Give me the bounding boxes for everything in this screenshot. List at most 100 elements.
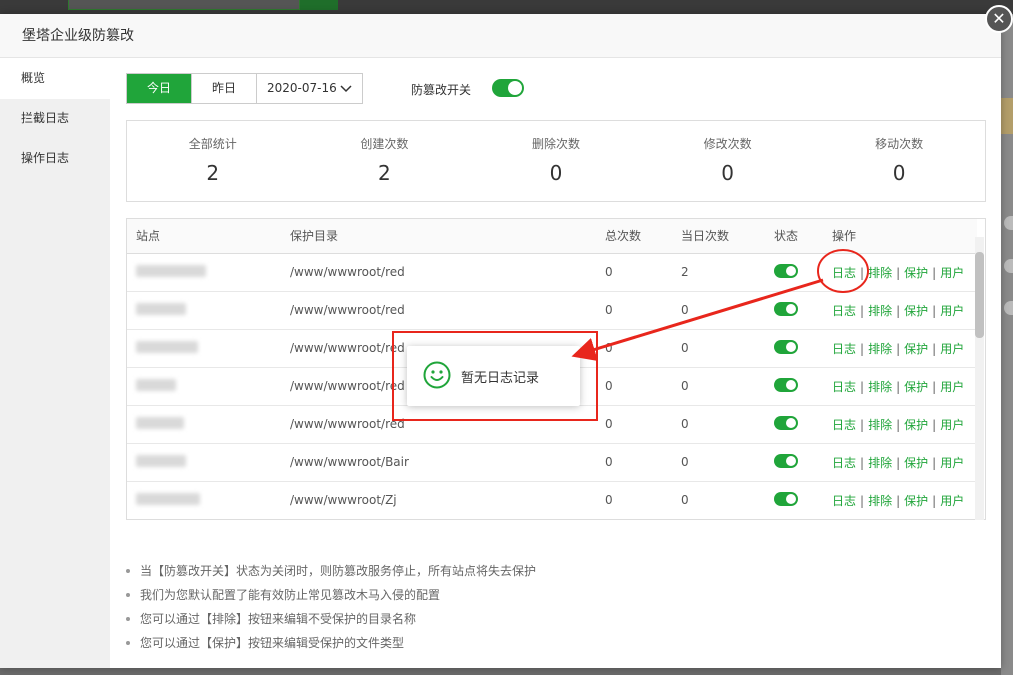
separator: | bbox=[860, 493, 865, 508]
directory-cell: /www/wwwroot/Zj bbox=[281, 481, 596, 519]
user-link[interactable]: 用户 bbox=[940, 380, 964, 394]
separator: | bbox=[896, 341, 901, 356]
user-link[interactable]: 用户 bbox=[940, 342, 964, 356]
protect-link[interactable]: 保护 bbox=[904, 266, 928, 280]
today-cell: 0 bbox=[672, 367, 765, 406]
column-header-actions: 操作 bbox=[823, 219, 977, 254]
site-protect-switch[interactable] bbox=[774, 491, 798, 506]
exclude-link[interactable]: 排除 bbox=[868, 418, 892, 432]
today-cell: 0 bbox=[672, 405, 765, 444]
site-name-redacted bbox=[136, 340, 198, 353]
background-page-edge bbox=[1001, 14, 1013, 675]
separator: | bbox=[932, 265, 937, 280]
tips-list: 当【防篡改开关】状态为关闭时，则防篡改服务停止，所有站点将失去保护 我们为您默认… bbox=[126, 559, 536, 655]
sidebar-item-intercept-log[interactable]: 拦截日志 bbox=[0, 99, 110, 139]
site-name-redacted bbox=[136, 492, 200, 505]
exclude-link[interactable]: 排除 bbox=[868, 304, 892, 318]
total-cell: 0 bbox=[596, 291, 672, 330]
user-link[interactable]: 用户 bbox=[940, 266, 964, 280]
log-link[interactable]: 日志 bbox=[832, 494, 856, 508]
separator: | bbox=[860, 265, 865, 280]
tab-today[interactable]: 今日 bbox=[127, 74, 192, 103]
date-picker[interactable]: 2020-07-16 bbox=[257, 74, 362, 103]
actions-cell: 日志 | 排除 | 保护 | 用户 bbox=[823, 367, 977, 406]
site-protect-switch[interactable] bbox=[774, 339, 798, 354]
exclude-link[interactable]: 排除 bbox=[868, 266, 892, 280]
exclude-link[interactable]: 排除 bbox=[868, 380, 892, 394]
site-protect-switch[interactable] bbox=[774, 263, 798, 278]
total-cell: 0 bbox=[596, 481, 672, 519]
site-cell bbox=[127, 367, 281, 406]
exclude-link[interactable]: 排除 bbox=[868, 342, 892, 356]
table-scroll-thumb[interactable] bbox=[975, 252, 984, 338]
total-cell: 0 bbox=[596, 367, 672, 406]
column-header-site: 站点 bbox=[127, 219, 281, 254]
site-name-redacted bbox=[136, 302, 186, 315]
directory-cell: /www/wwwroot/red bbox=[281, 291, 596, 330]
protect-link[interactable]: 保护 bbox=[904, 418, 928, 432]
stat-label: 移动次数 bbox=[875, 137, 924, 151]
separator: | bbox=[896, 493, 901, 508]
log-link[interactable]: 日志 bbox=[832, 418, 856, 432]
site-protect-switch[interactable] bbox=[774, 377, 798, 392]
status-cell bbox=[765, 443, 823, 482]
tamper-proof-switch[interactable] bbox=[492, 79, 524, 97]
close-button[interactable]: ✕ bbox=[985, 5, 1013, 33]
total-cell: 0 bbox=[596, 329, 672, 368]
stat-value: 0 bbox=[721, 161, 734, 185]
site-name-redacted bbox=[136, 416, 184, 429]
separator: | bbox=[932, 455, 937, 470]
user-link[interactable]: 用户 bbox=[940, 456, 964, 470]
protect-link[interactable]: 保护 bbox=[904, 342, 928, 356]
column-header-today: 当日次数 bbox=[672, 219, 765, 254]
today-cell: 0 bbox=[672, 443, 765, 482]
table-row: /www/wwwroot/Zj 0 0 日志 | 排除 | 保护 | 用户 bbox=[127, 481, 977, 519]
separator: | bbox=[860, 341, 865, 356]
date-value: 2020-07-16 bbox=[267, 81, 337, 95]
site-cell bbox=[127, 405, 281, 444]
site-protect-switch[interactable] bbox=[774, 453, 798, 468]
user-link[interactable]: 用户 bbox=[940, 494, 964, 508]
log-link[interactable]: 日志 bbox=[832, 266, 856, 280]
exclude-link[interactable]: 排除 bbox=[868, 456, 892, 470]
protect-link[interactable]: 保护 bbox=[904, 456, 928, 470]
stat-create: 创建次数 2 bbox=[299, 121, 471, 201]
actions-cell: 日志 | 排除 | 保护 | 用户 bbox=[823, 405, 977, 444]
actions-cell: 日志 | 排除 | 保护 | 用户 bbox=[823, 329, 977, 368]
log-link[interactable]: 日志 bbox=[832, 342, 856, 356]
user-link[interactable]: 用户 bbox=[940, 418, 964, 432]
site-protect-switch[interactable] bbox=[774, 415, 798, 430]
exclude-link[interactable]: 排除 bbox=[868, 494, 892, 508]
tip-item: 您可以通过【保护】按钮来编辑受保护的文件类型 bbox=[126, 631, 536, 655]
directory-cell: /www/wwwroot/red bbox=[281, 405, 596, 444]
site-protect-switch[interactable] bbox=[774, 301, 798, 316]
stat-value: 2 bbox=[206, 161, 220, 185]
protect-link[interactable]: 保护 bbox=[904, 494, 928, 508]
stat-value: 0 bbox=[549, 161, 563, 185]
sidebar-item-operation-log[interactable]: 操作日志 bbox=[0, 139, 110, 179]
directory-cell: /www/wwwroot/red bbox=[281, 253, 596, 292]
table-row: /www/wwwroot/red 0 0 日志 | 排除 | 保护 | 用户 bbox=[127, 405, 977, 444]
actions-cell: 日志 | 排除 | 保护 | 用户 bbox=[823, 481, 977, 519]
log-link[interactable]: 日志 bbox=[832, 304, 856, 318]
stat-modify: 修改次数 0 bbox=[642, 121, 814, 201]
today-cell: 0 bbox=[672, 291, 765, 330]
site-cell bbox=[127, 443, 281, 482]
table-row: /www/wwwroot/Bair 0 0 日志 | 排除 | 保护 | 用户 bbox=[127, 443, 977, 482]
tab-yesterday[interactable]: 昨日 bbox=[192, 74, 257, 103]
site-name-redacted bbox=[136, 454, 186, 467]
log-link[interactable]: 日志 bbox=[832, 380, 856, 394]
date-tabs: 今日 昨日 2020-07-16 bbox=[126, 73, 363, 104]
user-link[interactable]: 用户 bbox=[940, 304, 964, 318]
separator: | bbox=[896, 303, 901, 318]
sidebar-item-overview[interactable]: 概览 bbox=[0, 59, 110, 99]
column-header-directory: 保护目录 bbox=[281, 219, 596, 254]
site-cell bbox=[127, 291, 281, 330]
tamper-proof-modal: 堡塔企业级防篡改 概览 拦截日志 操作日志 今日 昨日 2020-07-16 防… bbox=[0, 14, 1001, 668]
separator: | bbox=[896, 455, 901, 470]
protect-link[interactable]: 保护 bbox=[904, 304, 928, 318]
protect-link[interactable]: 保护 bbox=[904, 380, 928, 394]
separator: | bbox=[932, 379, 937, 394]
log-link[interactable]: 日志 bbox=[832, 456, 856, 470]
separator: | bbox=[860, 417, 865, 432]
